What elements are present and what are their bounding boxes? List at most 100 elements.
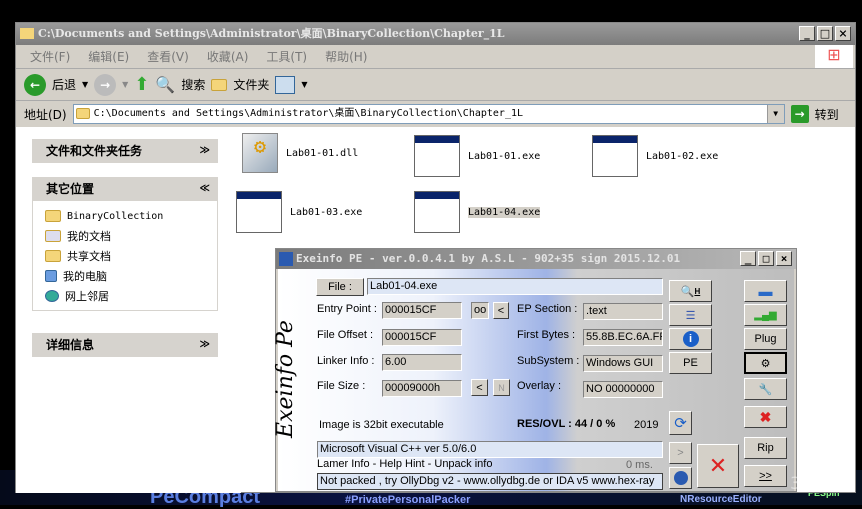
subsystem-label: SubSystem :	[517, 355, 580, 367]
lamer-info-link[interactable]: Lamer Info - Help Hint - Unpack info	[317, 458, 492, 470]
panel-other-places[interactable]: 其它位置 ≪	[32, 177, 218, 201]
folders-icon[interactable]	[211, 78, 228, 91]
open-folder-button[interactable]: ▬	[744, 280, 787, 302]
tools-button[interactable]: 🔧	[744, 378, 787, 400]
rip-button[interactable]: Rip	[744, 437, 787, 459]
back-arrow-icon[interactable]: ←	[24, 73, 46, 96]
signal-bars-icon: ▂▄▆	[754, 309, 777, 321]
window-title: Exeinfo PE - ver.0.0.4.1 by A.S.L - 902+…	[296, 252, 681, 265]
search-button[interactable]: 搜索	[181, 76, 205, 93]
subsystem-field[interactable]: Windows GUI	[583, 355, 663, 372]
exe-file-icon	[414, 135, 460, 177]
ep-prev-button[interactable]: <	[493, 302, 509, 319]
back-button[interactable]: 后退	[52, 76, 76, 93]
menu-edit[interactable]: 编辑(E)	[88, 48, 129, 65]
menu-file[interactable]: 文件(F)	[30, 48, 70, 65]
first-bytes-field[interactable]: 55.8B.EC.6A.FF	[583, 329, 663, 346]
file-item[interactable]: Lab01-03.exe	[236, 191, 362, 233]
go-button[interactable]: 转到	[815, 106, 839, 123]
ep-section-label: EP Section :	[517, 303, 578, 315]
exit-stamp-button[interactable]: ✕	[697, 444, 739, 488]
menu-bar: 文件(F) 编辑(E) 查看(V) 收藏(A) 工具(T) 帮助(H) ⊞	[16, 45, 855, 69]
menu-favorites[interactable]: 收藏(A)	[207, 48, 249, 65]
task-pane: 文件和文件夹任务 ≫ 其它位置 ≪ BinaryCollection 我的文档 共享…	[16, 127, 241, 493]
desktop-icon-label[interactable]: #PrivatePersonalPacker	[345, 494, 470, 506]
gear-icon: ⚙	[760, 357, 771, 370]
place-network[interactable]: 网上邻居	[33, 286, 217, 306]
refresh-icon: ⟳	[674, 415, 687, 432]
search-h-button[interactable]: 🔍 H	[669, 280, 712, 302]
watermark: 352052	[790, 474, 855, 494]
up-folder-icon[interactable]: ⬆	[134, 74, 149, 95]
detection-result[interactable]: Microsoft Visual C++ ver 5.0/6.0	[317, 441, 663, 458]
file-item[interactable]: Lab01-01.exe	[414, 135, 540, 177]
overlay-field[interactable]: NO 00000000	[583, 381, 663, 398]
desktop-icon-label[interactable]: NResourceEditor	[680, 494, 762, 505]
place-shared-documents[interactable]: 共享文档	[33, 246, 217, 266]
more-button[interactable]: >>	[744, 465, 787, 487]
file-item[interactable]: ⚙ Lab01-01.dll	[242, 133, 358, 173]
views-icon[interactable]	[275, 75, 296, 94]
exe-file-icon	[414, 191, 460, 233]
options-button[interactable]: ⚙	[744, 352, 787, 374]
entry-point-field[interactable]: 000015CF	[382, 302, 462, 319]
next-button[interactable]: >	[669, 442, 692, 464]
file-open-button[interactable]: File :	[316, 278, 364, 296]
info-button[interactable]: i	[669, 328, 712, 350]
close-button[interactable]: ×	[835, 26, 851, 41]
file-offset-label: File Offset :	[317, 329, 374, 341]
oo-field[interactable]: oo	[471, 302, 489, 319]
file-size-label: File Size :	[317, 380, 366, 392]
other-places-list: BinaryCollection 我的文档 共享文档 我的电脑 网上邻居	[32, 201, 218, 311]
close-button[interactable]: ×	[776, 251, 792, 266]
panel-details[interactable]: 详细信息 ≫	[32, 333, 218, 357]
toolbar: ← 后退 ▼ → ▼ ⬆ 🔍 搜索 文件夹 ▼	[16, 69, 855, 101]
window-title: C:\Documents and Settings\Administrator\…	[38, 27, 505, 40]
web-button[interactable]	[669, 467, 692, 489]
explorer-title-bar[interactable]: C:\Documents and Settings\Administrator\…	[16, 23, 855, 45]
close-file-button[interactable]: ✖	[744, 406, 787, 428]
folders-button[interactable]: 文件夹	[233, 76, 269, 93]
exeinfo-body: Exeinfo Pe File : Lab01-04.exe Entry Poi…	[273, 269, 794, 491]
sections-button[interactable]: ☰	[669, 304, 712, 326]
place-my-computer[interactable]: 我的电脑	[33, 266, 217, 286]
exeinfo-title-bar[interactable]: Exeinfo PE - ver.0.0.4.1 by A.S.L - 902+…	[276, 249, 796, 269]
menu-tools[interactable]: 工具(T)	[266, 48, 307, 65]
address-input[interactable]: C:\Documents and Settings\Administrator\…	[72, 104, 785, 124]
exe-file-icon	[236, 191, 282, 233]
maximize-button[interactable]: □	[817, 26, 833, 41]
search-icon[interactable]: 🔍	[155, 75, 175, 94]
file-name-field[interactable]: Lab01-04.exe	[367, 278, 663, 295]
list-icon: ☰	[685, 309, 696, 322]
menu-help[interactable]: 帮助(H)	[325, 48, 367, 65]
file-size-field[interactable]: 00009000h	[382, 380, 462, 397]
address-dropdown[interactable]: ▼	[766, 105, 784, 123]
file-item[interactable]: Lab01-02.exe	[592, 135, 718, 177]
scan-time: 0 ms.	[626, 459, 653, 471]
ep-section-field[interactable]: .text	[583, 303, 663, 320]
stats-button[interactable]: ▂▄▆	[744, 304, 787, 326]
forward-arrow-icon[interactable]: →	[94, 73, 117, 96]
n-button[interactable]: N	[493, 379, 510, 396]
folder-icon	[20, 28, 34, 39]
refresh-button[interactable]: ⟳	[669, 411, 692, 435]
go-arrow-icon[interactable]: →	[790, 105, 809, 123]
pe-button[interactable]: PE	[669, 352, 712, 374]
minimize-button[interactable]: _	[799, 26, 815, 41]
address-label: 地址(D)	[24, 107, 67, 122]
place-my-documents[interactable]: 我的文档	[33, 226, 217, 246]
menu-view[interactable]: 查看(V)	[147, 48, 189, 65]
linker-info-field[interactable]: 6.00	[382, 354, 462, 371]
maximize-button[interactable]: □	[758, 251, 774, 266]
hint-field[interactable]: Not packed , try OllyDbg v2 - www.ollydb…	[317, 473, 663, 490]
place-binarycollection[interactable]: BinaryCollection	[33, 206, 217, 226]
exeinfo-logo: Exeinfo Pe	[273, 320, 298, 438]
panel-file-tasks[interactable]: 文件和文件夹任务 ≫	[32, 139, 218, 163]
size-prev-button[interactable]: <	[471, 379, 488, 396]
magnifier-icon: 🔍	[680, 285, 695, 298]
file-item-selected[interactable]: Lab01-04.exe	[414, 191, 541, 233]
minimize-button[interactable]: _	[740, 251, 756, 266]
exe-file-icon	[592, 135, 638, 177]
file-offset-field[interactable]: 000015CF	[382, 329, 462, 346]
plug-button[interactable]: Plug	[744, 328, 787, 350]
